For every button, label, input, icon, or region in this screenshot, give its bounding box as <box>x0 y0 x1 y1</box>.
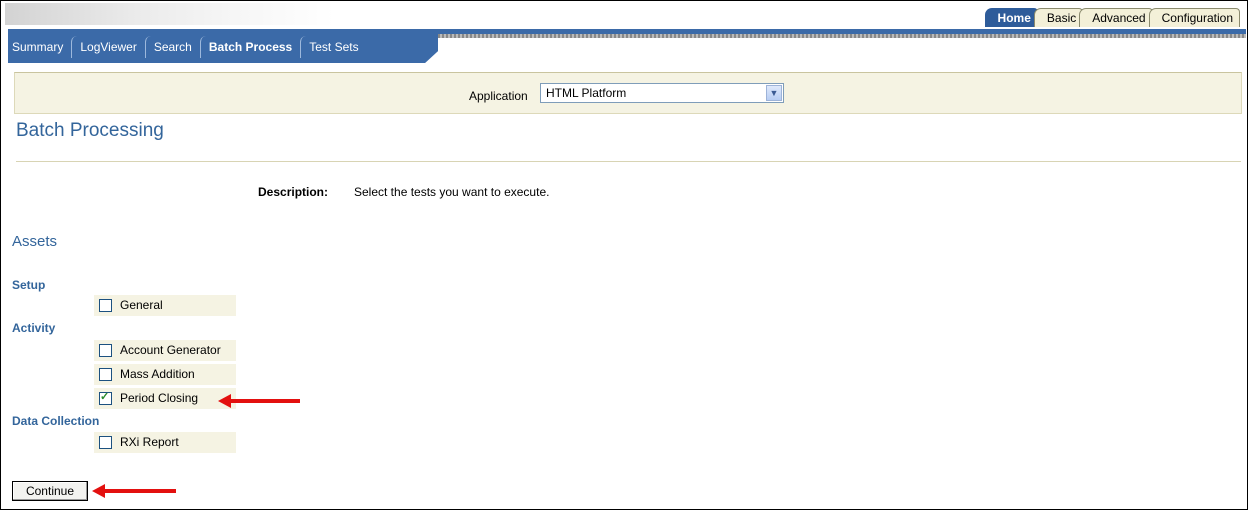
subtab-batch-process[interactable]: Batch Process <box>199 36 300 58</box>
continue-button[interactable]: Continue <box>12 481 88 501</box>
group-data-collection-label: Data Collection <box>12 414 100 428</box>
red-arrow-icon <box>92 484 176 498</box>
tab-home[interactable]: Home <box>984 8 1038 27</box>
navigation-bar: Summary LogViewer Search Batch Process T… <box>8 29 1246 63</box>
group-setup-label: Setup <box>12 278 46 292</box>
global-tabs: Home Basic Advanced Configuration <box>984 8 1240 27</box>
application-select[interactable]: HTML Platform ▼ <box>540 83 784 103</box>
period-closing-checkbox[interactable] <box>99 390 112 405</box>
tab-advanced[interactable]: Advanced <box>1079 8 1153 27</box>
general-label: General <box>120 298 163 312</box>
rxi-report-label: RXi Report <box>120 435 179 449</box>
account-generator-checkbox[interactable] <box>99 344 112 357</box>
application-selected-value: HTML Platform <box>546 86 627 100</box>
list-item: General <box>94 295 236 316</box>
list-item: Period Closing <box>94 388 236 409</box>
list-item: Account Generator <box>94 340 236 361</box>
mass-addition-checkbox[interactable] <box>99 368 112 381</box>
page-title: Batch Processing <box>16 120 164 141</box>
subtab-test-sets[interactable]: Test Sets <box>300 36 366 58</box>
title-divider <box>16 161 1241 162</box>
general-checkbox[interactable] <box>99 299 112 312</box>
subtab-summary[interactable]: Summary <box>8 36 71 58</box>
period-closing-label: Period Closing <box>120 391 199 405</box>
rxi-report-checkbox[interactable] <box>99 436 112 449</box>
red-arrow-icon <box>218 394 300 408</box>
assets-heading: Assets <box>12 233 58 250</box>
description-label: Description: <box>258 185 329 199</box>
group-activity-label: Activity <box>12 321 56 335</box>
chevron-down-icon[interactable]: ▼ <box>766 85 782 101</box>
list-item: Mass Addition <box>94 364 236 385</box>
nav-divider <box>438 34 1246 38</box>
brand-decoration <box>5 3 335 25</box>
tab-basic[interactable]: Basic <box>1033 8 1084 27</box>
subtab-search[interactable]: Search <box>144 36 200 58</box>
subtab-logviewer[interactable]: LogViewer <box>71 36 144 58</box>
tab-configuration[interactable]: Configuration <box>1148 8 1240 27</box>
mass-addition-label: Mass Addition <box>120 367 195 381</box>
application-label: Application <box>469 89 528 103</box>
account-generator-label: Account Generator <box>120 343 221 357</box>
sub-tabs: Summary LogViewer Search Batch Process T… <box>8 36 367 58</box>
description-text: Select the tests you want to execute. <box>354 185 550 199</box>
list-item: RXi Report <box>94 432 236 453</box>
